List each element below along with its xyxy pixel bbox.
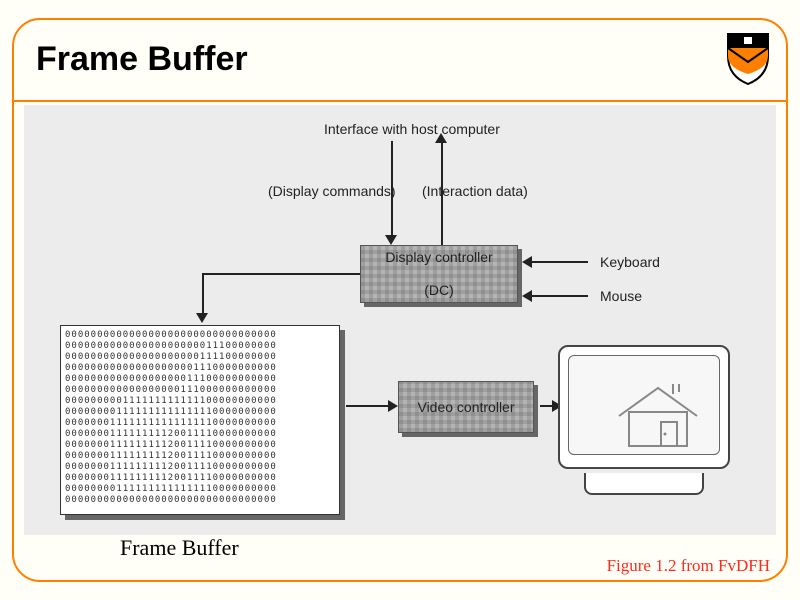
arrowhead-mouse [522, 290, 532, 302]
box-display-controller: Display controller (DC) [360, 245, 518, 303]
label-mouse: Mouse [600, 288, 642, 304]
princeton-shield-icon [724, 30, 772, 86]
arrow-interaction-data [441, 141, 443, 245]
box-video-controller-label: Video controller [417, 399, 514, 416]
arrowhead-dc-to-fb [196, 313, 208, 323]
arrowhead-fb-to-vc [388, 400, 398, 412]
box-video-controller: Video controller [398, 381, 534, 433]
label-interaction-data: (Interaction data) [422, 183, 528, 199]
monitor-screen [568, 355, 720, 455]
arrow-keyboard [530, 261, 588, 263]
label-interface: Interface with host computer [324, 121, 500, 137]
arrow-display-commands [391, 141, 393, 239]
arrowhead-keyboard [522, 256, 532, 268]
label-keyboard: Keyboard [600, 254, 660, 270]
framebuffer-caption: Frame Buffer [120, 535, 239, 561]
figure-caption: Figure 1.2 from FvDFH [607, 556, 770, 576]
title-divider [12, 100, 788, 102]
arrow-mouse [530, 295, 588, 297]
arrow-dc-to-fb-v [202, 273, 204, 317]
slide-title: Frame Buffer [36, 40, 248, 79]
box-display-controller-line2: (DC) [385, 282, 492, 299]
monitor-base [584, 473, 704, 495]
diagram-area: Interface with host computer (Display co… [24, 105, 776, 535]
arrow-fb-to-vc [346, 405, 392, 407]
arrow-dc-to-fb-h [202, 273, 360, 275]
arrowhead-display-commands [385, 235, 397, 245]
label-display-commands: (Display commands) [268, 183, 396, 199]
framebuffer-memory: 000000000000000000000000000000000 000000… [60, 325, 340, 515]
box-display-controller-line1: Display controller [385, 249, 492, 266]
house-icon [613, 382, 703, 452]
monitor-icon [554, 345, 734, 495]
arrowhead-interaction-data [435, 133, 447, 143]
